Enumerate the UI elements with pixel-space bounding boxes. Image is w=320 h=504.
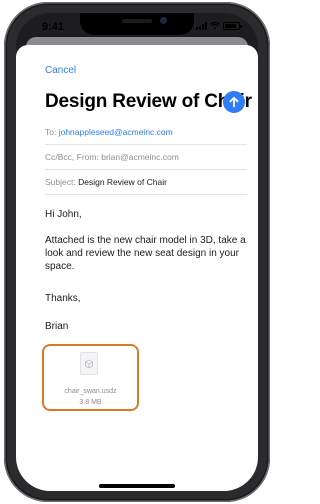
to-field[interactable]: To: johnappleseed@acmeinc.com <box>45 120 247 145</box>
subject-field[interactable]: Subject: Design Review of Chair <box>45 170 247 195</box>
signal-icon <box>196 22 207 30</box>
cancel-button[interactable]: Cancel <box>45 65 76 76</box>
status-icons <box>196 22 242 30</box>
front-camera <box>160 17 167 24</box>
subject-label: Subject: <box>45 177 76 187</box>
send-arrow-icon <box>229 96 239 108</box>
ccbcc-label: Cc/Bcc, From: <box>45 152 99 162</box>
compose-title: Design Review of Chair <box>45 91 252 112</box>
wifi-icon <box>210 22 220 30</box>
notch <box>80 13 194 35</box>
home-indicator[interactable] <box>99 484 175 488</box>
body-paragraph[interactable]: Attached is the new chair model in 3D, t… <box>45 234 255 273</box>
attachment-size: 3.8 MB <box>79 399 102 406</box>
attachment-file-icon[interactable] <box>80 352 98 375</box>
status-time: 9:41 <box>42 21 65 33</box>
closing-text[interactable]: Thanks, <box>45 292 249 305</box>
cc-from-field[interactable]: Cc/Bcc, From: brian@acmeinc.com <box>45 145 247 170</box>
from-value: brian@acmeinc.com <box>101 152 179 162</box>
send-button[interactable] <box>223 91 245 113</box>
to-label: To: <box>45 127 57 137</box>
greeting-text[interactable]: Hi John, <box>45 208 249 221</box>
battery-icon <box>223 22 242 30</box>
ar-cube-icon <box>85 359 93 369</box>
attachment-filename: chair_swan.usdz <box>64 388 117 395</box>
subject-value[interactable]: Design Review of Chair <box>78 177 167 187</box>
to-recipient[interactable]: johnappleseed@acmeinc.com <box>59 127 173 137</box>
signature-text[interactable]: Brian <box>45 320 249 333</box>
speaker-grille <box>122 19 152 23</box>
